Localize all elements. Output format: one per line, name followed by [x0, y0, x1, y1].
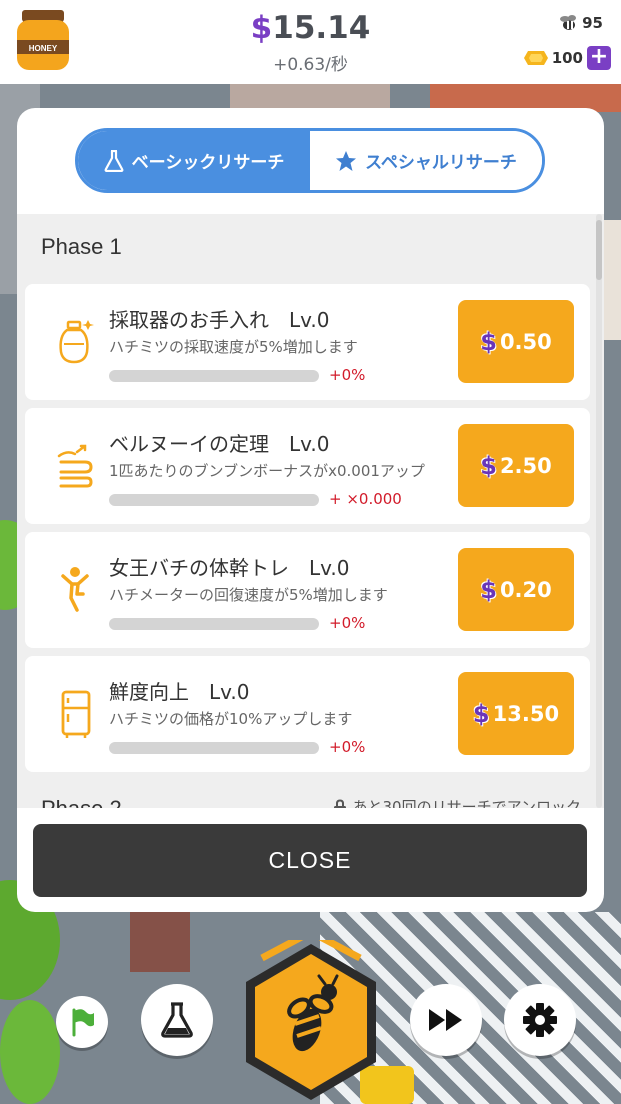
currency-symbol: $ [480, 327, 497, 356]
research-card: 採取器のお手入れ Lv.0 ハチミツの採取速度が5%増加します +0% $0.5… [25, 284, 590, 400]
currency-symbol: $ [480, 575, 497, 604]
research-button[interactable] [141, 984, 213, 1056]
buy-research-button[interactable]: $0.20 [458, 548, 574, 631]
research-progress-bar [109, 494, 319, 506]
phase-2-lock-notice: あと30回のリサーチでアンロック [333, 796, 582, 808]
money-value: 15.14 [272, 10, 371, 46]
price-value: 0.50 [499, 329, 552, 354]
research-bonus: +0% [329, 738, 366, 756]
research-progress-bar [109, 742, 319, 754]
missions-button[interactable] [56, 996, 108, 1048]
buy-research-button[interactable]: $0.50 [458, 300, 574, 383]
airflow-icon [57, 444, 93, 488]
currency-symbol: $ [480, 451, 497, 480]
tab-special-label: スペシャルリサーチ [365, 153, 517, 173]
research-panel: ベーシックリサーチ スペシャルリサーチ Phase 1 採取器のお手入れ Lv.… [17, 108, 604, 912]
research-card: ベルヌーイの定理 Lv.0 1匹あたりのブンブンボーナスがx0.001アップ +… [25, 408, 590, 524]
currency-symbol: $ [472, 699, 490, 728]
research-description: 1匹あたりのブンブンボーナスがx0.001アップ [109, 462, 425, 480]
settings-button[interactable] [504, 984, 576, 1056]
phase-2-header: Phase 2 あと30回のリサーチでアンロック [41, 788, 581, 808]
research-tabs: ベーシックリサーチ スペシャルリサーチ [75, 128, 545, 193]
refrigerator-icon [61, 690, 91, 738]
add-gems-button[interactable]: + [587, 46, 611, 70]
research-card: 鮮度向上 Lv.0 ハチミツの価格が10%アップします +0% $13.50 [25, 656, 590, 772]
price-value: 0.20 [499, 577, 552, 602]
bee-icon [560, 15, 577, 30]
flask-icon [161, 1002, 193, 1038]
research-progress-bar [109, 370, 319, 382]
research-description: ハチミツの価格が10%アップします [109, 710, 353, 728]
phase-1-title: Phase 1 [41, 234, 122, 259]
research-bonus: + ×0.000 [329, 490, 402, 508]
scroll-thumb[interactable] [596, 220, 602, 280]
flask-icon [104, 149, 124, 172]
bee-count: 95 [582, 14, 603, 32]
flag-icon [72, 1008, 94, 1037]
honey-jar-icon [59, 320, 94, 364]
money-display: $15.14 [0, 10, 621, 46]
top-hud: HONEY $15.14 +0.63/秒 95 100 + [0, 0, 621, 84]
lock-icon [333, 798, 346, 808]
tab-basic-research[interactable]: ベーシックリサーチ [78, 131, 310, 190]
fast-forward-icon [429, 1009, 462, 1031]
phase-2-title: Phase 2 [41, 796, 122, 808]
yoga-pose-icon [61, 567, 89, 612]
research-name: ベルヌーイの定理 Lv.0 [109, 432, 330, 456]
tab-special-research[interactable]: スペシャルリサーチ [310, 131, 542, 190]
fast-forward-button[interactable] [410, 984, 482, 1056]
research-bonus: +0% [329, 366, 366, 384]
research-description: ハチミツの採取速度が5%増加します [109, 338, 358, 356]
price-value: 13.50 [492, 701, 560, 726]
buy-research-button[interactable]: $13.50 [458, 672, 574, 755]
star-icon [336, 150, 357, 171]
research-name: 採取器のお手入れ Lv.0 [109, 308, 330, 332]
currency-symbol: $ [250, 10, 273, 46]
bee-counter: 95 [558, 14, 603, 32]
hive-button[interactable] [240, 940, 382, 1104]
research-bonus: +0% [329, 614, 366, 632]
research-list[interactable]: Phase 1 採取器のお手入れ Lv.0 ハチミツの採取速度が5%増加します … [17, 214, 604, 808]
gear-icon [523, 1003, 557, 1037]
honeycomb-gem-icon [523, 51, 548, 65]
unlock-requirement: あと30回のリサーチでアンロック [352, 798, 582, 808]
close-button[interactable]: CLOSE [33, 824, 587, 897]
gem-count: 100 [551, 49, 583, 67]
research-name: 女王バチの体幹トレ Lv.0 [109, 556, 350, 580]
tab-basic-label: ベーシックリサーチ [131, 153, 285, 173]
research-name: 鮮度向上 Lv.0 [109, 680, 250, 704]
research-description: ハチメーターの回復速度が5%増加します [109, 586, 388, 604]
research-progress-bar [109, 618, 319, 630]
research-list-scrollbar[interactable] [596, 214, 602, 808]
research-card: 女王バチの体幹トレ Lv.0 ハチメーターの回復速度が5%増加します +0% $… [25, 532, 590, 648]
buy-research-button[interactable]: $2.50 [458, 424, 574, 507]
price-value: 2.50 [499, 453, 552, 478]
gem-counter: 100 + [523, 46, 611, 70]
